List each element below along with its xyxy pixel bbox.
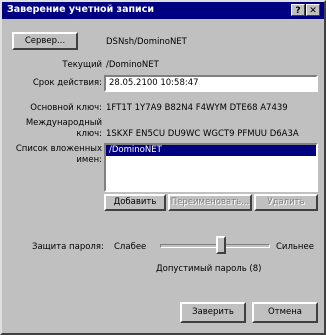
password-strength-slider[interactable] <box>215 236 226 254</box>
expiration-label: Срок действия: <box>32 78 102 88</box>
names-list-item[interactable]: /DominoNET <box>106 145 316 156</box>
help-button[interactable]: ? <box>291 4 305 16</box>
remove-button-label: Удалить <box>267 197 305 207</box>
password-label: Защита пароля: <box>32 242 104 252</box>
certify-button-label: Заверить <box>192 307 234 317</box>
password-weak-label: Слабее <box>114 242 147 252</box>
password-status: Допустимый пароль (8) <box>156 264 262 274</box>
password-strong-label: Сильнее <box>276 242 314 252</box>
names-label-2: имен: <box>76 155 102 165</box>
window-title: Заверение учетной записи <box>7 4 154 15</box>
current-value: /DominoNET <box>106 60 159 70</box>
remove-button[interactable]: Удалить <box>254 194 318 211</box>
intl-key-label-2: ключ: <box>76 129 102 139</box>
add-button[interactable]: Добавить <box>104 194 166 211</box>
server-value: DSNsh/DominoNET <box>106 37 187 47</box>
current-label: Текущий <box>62 60 102 70</box>
intl-key-label-1: Международный <box>25 118 102 128</box>
certify-button[interactable]: Заверить <box>180 302 246 323</box>
expiration-value: 28.05.2100 10:58:47 <box>109 78 199 88</box>
names-list[interactable]: /DominoNET <box>104 143 318 192</box>
expiration-input[interactable]: 28.05.2100 10:58:47 <box>104 75 318 92</box>
rename-button[interactable]: Переименовать... <box>168 194 252 211</box>
server-button[interactable]: Сервер... <box>12 32 78 50</box>
rename-button-label: Переименовать... <box>170 197 250 207</box>
title-bar: Заверение учетной записи ? ✕ <box>2 2 324 19</box>
certify-dialog: Заверение учетной записи ? ✕ Сервер... D… <box>0 0 326 335</box>
cancel-button-label: Отмена <box>267 307 303 317</box>
primary-key-label: Основной ключ: <box>30 103 102 113</box>
intl-key-value: 1SKXF EN5CU DU9WC WGCT9 PFMUU D6A3A <box>106 129 299 139</box>
close-button[interactable]: ✕ <box>306 4 320 16</box>
cancel-button[interactable]: Отмена <box>252 302 318 323</box>
primary-key-value: 1FT1T 1Y7A9 B82N4 F4WYM DTE68 A7439 <box>106 103 288 113</box>
names-label-1: Список вложенных <box>15 144 102 154</box>
server-button-label: Сервер... <box>24 36 66 46</box>
add-button-label: Добавить <box>113 197 157 207</box>
